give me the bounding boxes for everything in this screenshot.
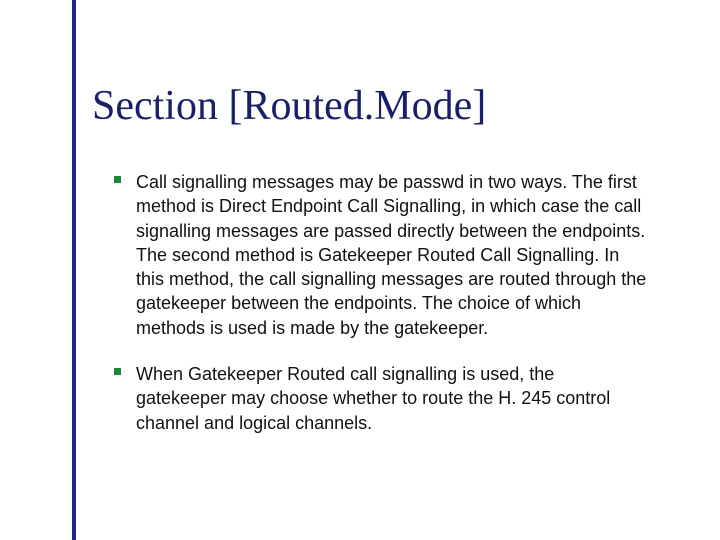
slide-title: Section [Routed.Mode] xyxy=(92,82,486,130)
square-bullet-icon xyxy=(114,368,121,375)
square-bullet-icon xyxy=(114,176,121,183)
bullet-text: Call signalling messages may be passwd i… xyxy=(136,172,646,338)
list-item: Call signalling messages may be passwd i… xyxy=(136,170,648,340)
bullet-text: When Gatekeeper Routed call signalling i… xyxy=(136,364,610,433)
list-item: When Gatekeeper Routed call signalling i… xyxy=(136,362,648,435)
slide-body: Call signalling messages may be passwd i… xyxy=(136,170,648,457)
accent-bar xyxy=(72,0,76,540)
slide: Section [Routed.Mode] Call signalling me… xyxy=(0,0,720,540)
